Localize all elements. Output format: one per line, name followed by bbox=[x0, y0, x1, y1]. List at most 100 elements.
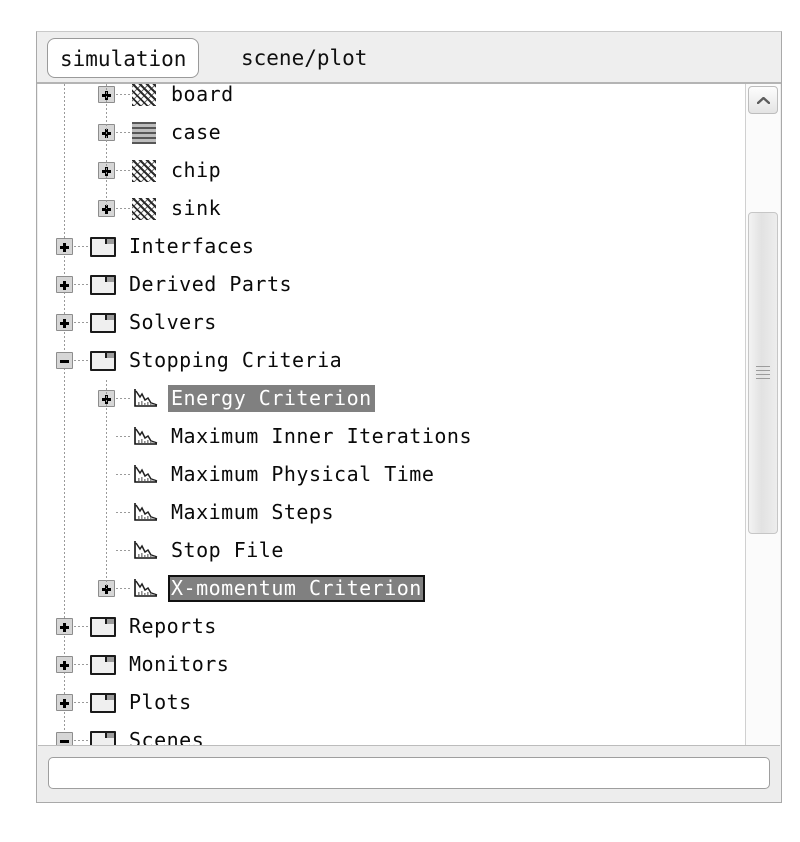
tree-row[interactable]: Maximum Steps bbox=[38, 494, 746, 532]
tree-connector-line bbox=[74, 246, 90, 247]
region-hatch-icon-shape bbox=[132, 160, 156, 182]
folder-icon-shape bbox=[90, 237, 116, 257]
tree-row-label[interactable]: board bbox=[168, 84, 237, 108]
tree-connector-line bbox=[116, 208, 132, 209]
scrollbar-up-button[interactable] bbox=[748, 86, 778, 114]
tree-row[interactable]: Stop File bbox=[38, 532, 746, 570]
criterion-plot-icon bbox=[132, 539, 158, 561]
tree-vertical-scrollbar[interactable] bbox=[745, 84, 780, 776]
tree-row-label[interactable]: Derived Parts bbox=[126, 271, 295, 298]
expand-toggle-icon[interactable] bbox=[56, 618, 73, 635]
folder-icon-shape bbox=[90, 655, 116, 675]
tree-row[interactable]: Maximum Physical Time bbox=[38, 456, 746, 494]
screen: simulation scene/plot board case chip sink I… bbox=[0, 0, 800, 842]
scrollbar-thumb[interactable] bbox=[748, 212, 778, 534]
folder-icon-shape bbox=[90, 313, 116, 333]
tree-row[interactable]: X-momentum Criterion bbox=[38, 570, 746, 608]
criterion-plot-icon bbox=[132, 577, 158, 599]
region-hatch-icon bbox=[132, 159, 158, 182]
folder-icon-shape bbox=[90, 693, 116, 713]
region-blur-icon-shape bbox=[132, 122, 156, 144]
tree-row[interactable]: Derived Parts bbox=[38, 266, 746, 304]
tree-row[interactable]: case bbox=[38, 114, 746, 152]
tree-row-label[interactable]: Maximum Inner Iterations bbox=[168, 423, 475, 450]
tree-child-connector-line bbox=[106, 84, 107, 209]
tree-row-label[interactable]: chip bbox=[168, 157, 224, 184]
tab-scene-plot[interactable]: scene/plot bbox=[229, 38, 379, 78]
criterion-plot-icon bbox=[132, 501, 158, 523]
tree-row[interactable]: Maximum Inner Iterations bbox=[38, 418, 746, 456]
tree-row-label[interactable]: case bbox=[168, 119, 224, 146]
tree-connector-line bbox=[116, 550, 132, 551]
tree-row[interactable]: Solvers bbox=[38, 304, 746, 342]
tree-row[interactable]: board bbox=[38, 84, 746, 114]
tree-connector-line bbox=[74, 664, 90, 665]
object-tree-viewport[interactable]: board case chip sink Interfaces Derived Parts… bbox=[38, 84, 746, 776]
tab-bar: simulation scene/plot bbox=[37, 32, 781, 84]
criterion-plot-icon bbox=[134, 465, 158, 483]
folder-icon bbox=[90, 653, 116, 675]
tree-row[interactable]: sink bbox=[38, 190, 746, 228]
tree-row-label[interactable]: Plots bbox=[126, 689, 195, 716]
tree-connector-line bbox=[74, 702, 90, 703]
tree-connector-line bbox=[74, 740, 90, 741]
tree-connector-line bbox=[74, 626, 90, 627]
criterion-plot-icon bbox=[134, 389, 158, 407]
simulation-tree-panel: simulation scene/plot board case chip sink I… bbox=[36, 31, 782, 803]
folder-icon bbox=[90, 349, 116, 371]
expand-toggle-icon[interactable] bbox=[56, 238, 73, 255]
tree-connector-line bbox=[116, 94, 132, 95]
criterion-plot-icon bbox=[132, 387, 158, 409]
region-hatch-icon bbox=[132, 84, 158, 106]
tree-row-label[interactable]: Stop File bbox=[168, 537, 287, 564]
bottom-bar bbox=[38, 745, 780, 801]
expand-toggle-icon[interactable] bbox=[56, 656, 73, 673]
tree-row-label[interactable]: Maximum Physical Time bbox=[168, 461, 437, 488]
tree-row[interactable]: Reports bbox=[38, 608, 746, 646]
tree-row[interactable]: chip bbox=[38, 152, 746, 190]
criterion-plot-icon bbox=[134, 541, 158, 559]
folder-icon-shape bbox=[90, 351, 116, 371]
tree-row-label[interactable]: Energy Criterion bbox=[168, 385, 375, 412]
folder-icon bbox=[90, 273, 116, 295]
tree-connector-line bbox=[116, 512, 132, 513]
tree-row[interactable]: Energy Criterion bbox=[38, 380, 746, 418]
tree-row-label[interactable]: Reports bbox=[126, 613, 220, 640]
tree-row-label[interactable]: X-momentum Criterion bbox=[168, 575, 425, 602]
chevron-up-icon bbox=[757, 97, 770, 104]
tree-row[interactable]: Stopping Criteria bbox=[38, 342, 746, 380]
tree-connector-line bbox=[74, 360, 90, 361]
tree-row-label[interactable]: Stopping Criteria bbox=[126, 347, 345, 374]
region-hatch-icon-shape bbox=[132, 84, 156, 106]
tree-filter-input[interactable] bbox=[48, 757, 770, 789]
tree-connector-line bbox=[116, 436, 132, 437]
folder-icon bbox=[90, 615, 116, 637]
tab-simulation[interactable]: simulation bbox=[47, 38, 200, 78]
scrollbar-grip-icon bbox=[756, 366, 770, 380]
tree-connector-line bbox=[116, 474, 132, 475]
tree-row-label[interactable]: Monitors bbox=[126, 651, 232, 678]
tree-row-label[interactable]: Maximum Steps bbox=[168, 499, 337, 526]
criterion-plot-icon bbox=[132, 425, 158, 447]
criterion-plot-icon bbox=[134, 503, 158, 521]
collapse-toggle-icon[interactable] bbox=[56, 352, 73, 369]
folder-icon-shape bbox=[90, 275, 116, 295]
tree-row[interactable]: Plots bbox=[38, 684, 746, 722]
criterion-plot-icon bbox=[132, 463, 158, 485]
tree-row-label[interactable]: Interfaces bbox=[126, 233, 257, 260]
tree-connector-line bbox=[116, 132, 132, 133]
expand-toggle-icon[interactable] bbox=[56, 314, 73, 331]
expand-toggle-icon[interactable] bbox=[56, 694, 73, 711]
tree-row[interactable]: Interfaces bbox=[38, 228, 746, 266]
folder-icon bbox=[90, 311, 116, 333]
criterion-plot-icon bbox=[134, 579, 158, 597]
folder-icon bbox=[90, 235, 116, 257]
expand-toggle-icon[interactable] bbox=[56, 276, 73, 293]
tree-connector-line bbox=[74, 284, 90, 285]
tree-row[interactable]: Monitors bbox=[38, 646, 746, 684]
region-hatch-icon bbox=[132, 197, 158, 220]
folder-icon bbox=[90, 691, 116, 713]
tree-row-label[interactable]: Solvers bbox=[126, 309, 220, 336]
tree-row-label[interactable]: sink bbox=[168, 195, 224, 222]
criterion-plot-icon bbox=[134, 427, 158, 445]
